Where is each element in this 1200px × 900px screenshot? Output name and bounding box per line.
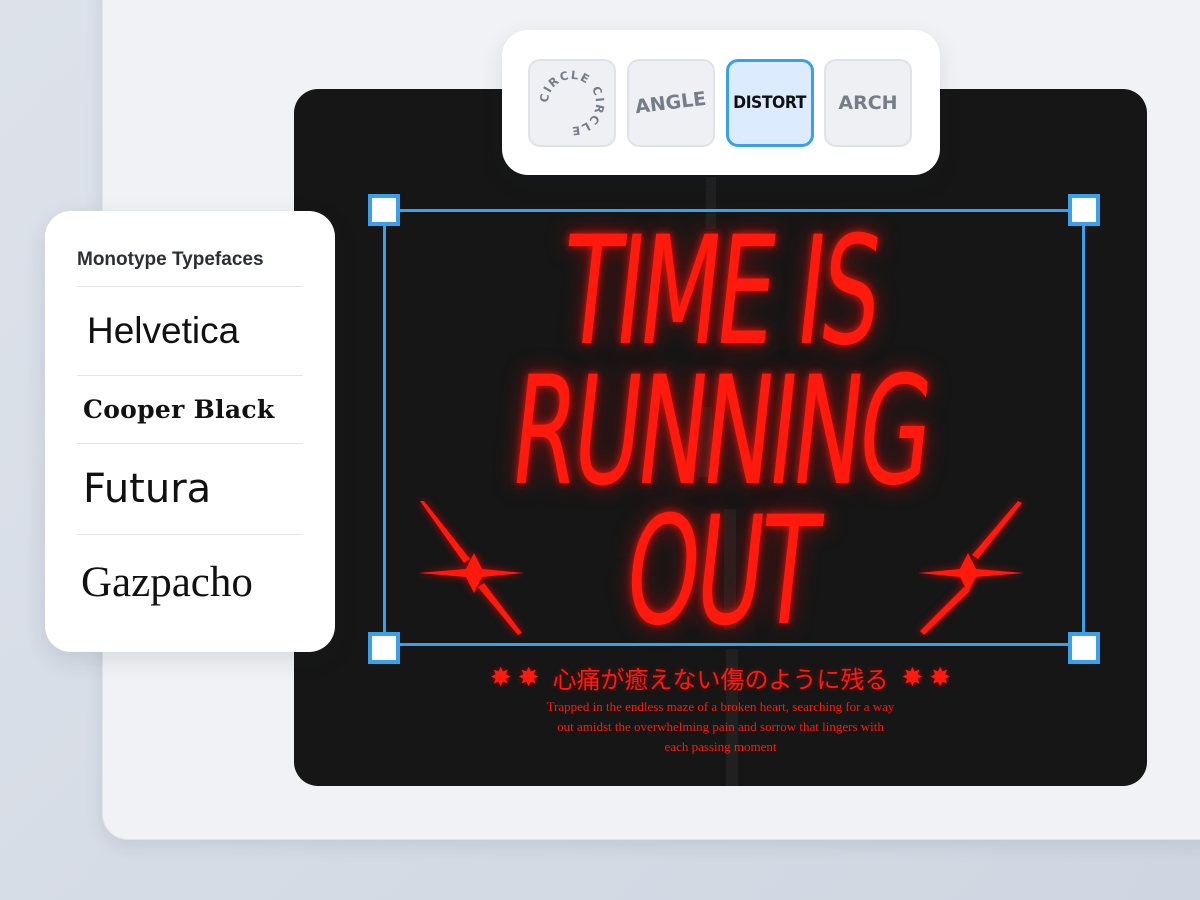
circle-text-icon: CIRCLE CIRCLE — [537, 68, 607, 138]
svg-text:CIRCLE CIRCLE: CIRCLE CIRCLE — [537, 68, 607, 138]
resize-handle-top-left[interactable] — [368, 194, 400, 226]
typeface-panel: Monotype Typefaces Helvetica Cooper Blac… — [45, 211, 335, 652]
distort-label: DISTORT — [733, 93, 807, 113]
burst-icon: ✸ — [517, 662, 540, 693]
text-effect-toolbar: CIRCLE CIRCLE ANGLE DISTORT ARCH — [502, 30, 940, 175]
distort-effect-button[interactable]: DISTORT — [726, 59, 814, 147]
font-option-cooper-black[interactable]: Cooper Black — [77, 375, 303, 443]
caption-paragraph[interactable]: Trapped in the endless maze of a broken … — [505, 697, 936, 757]
circle-effect-button[interactable]: CIRCLE CIRCLE — [528, 59, 616, 147]
font-option-futura[interactable]: Futura — [77, 443, 303, 534]
angle-label: ANGLE — [634, 87, 708, 119]
resize-handle-top-right[interactable] — [1068, 194, 1100, 226]
caption-line: out amidst the overwhelming pain and sor… — [557, 719, 884, 734]
caption-line: Trapped in the endless maze of a broken … — [546, 699, 895, 714]
font-option-helvetica[interactable]: Helvetica — [77, 286, 303, 375]
resize-handle-bottom-right[interactable] — [1068, 632, 1100, 664]
japanese-tagline[interactable]: ✸ ✸ 心痛が癒えない傷のように残る ✸ ✸ — [294, 660, 1147, 695]
tagline-text: 心痛が癒えない傷のように残る — [552, 666, 889, 694]
font-option-gazpacho[interactable]: Gazpacho — [77, 534, 303, 630]
burst-icon: ✸ — [489, 662, 512, 693]
angle-effect-button[interactable]: ANGLE — [627, 59, 715, 147]
arch-effect-button[interactable]: ARCH — [824, 59, 912, 147]
burst-icon: ✸ — [901, 662, 924, 693]
star-icon — [594, 546, 626, 576]
burst-icon: ✸ — [929, 662, 952, 693]
arch-label: ARCH — [838, 92, 898, 114]
panel-title: Monotype Typefaces — [77, 249, 264, 270]
resize-handle-bottom-left[interactable] — [368, 632, 400, 664]
sparkle-icon — [418, 501, 524, 635]
caption-line: each passing moment — [664, 739, 777, 754]
poster-artboard[interactable]: TIME IS RUNNING OUT ✸ ✸ 心痛が癒えない傷のように残る ✸ ✸ T… — [294, 89, 1147, 786]
sparkle-icon — [918, 501, 1024, 635]
